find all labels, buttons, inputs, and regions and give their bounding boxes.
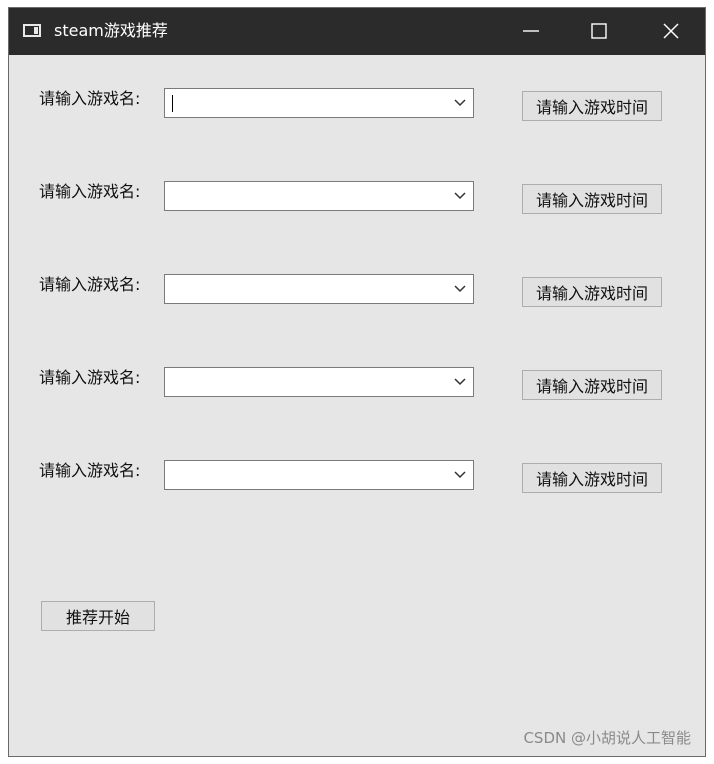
- game-name-label-3: 请输入游戏名:: [39, 275, 141, 294]
- dropdown-button-4[interactable]: [449, 368, 471, 396]
- game-time-button-1[interactable]: 请输入游戏时间: [522, 91, 662, 121]
- chevron-down-icon: [454, 192, 466, 200]
- chevron-down-icon: [454, 285, 466, 293]
- chevron-down-icon: [454, 471, 466, 479]
- close-button[interactable]: [647, 8, 695, 55]
- start-recommend-button[interactable]: 推荐开始: [41, 601, 155, 631]
- text-caret: [172, 95, 173, 112]
- maximize-icon: [591, 23, 607, 39]
- game-name-combobox-3[interactable]: [164, 274, 474, 304]
- close-icon: [663, 23, 679, 39]
- dropdown-button-3[interactable]: [449, 275, 471, 303]
- game-name-combobox-1[interactable]: [164, 88, 474, 118]
- game-name-label-1: 请输入游戏名:: [39, 89, 141, 108]
- game-name-combobox-5[interactable]: [164, 460, 474, 490]
- chevron-down-icon: [454, 99, 466, 107]
- minimize-button[interactable]: [507, 8, 555, 55]
- dropdown-button-1[interactable]: [449, 89, 471, 117]
- game-name-label-4: 请输入游戏名:: [39, 368, 141, 387]
- game-name-combobox-4[interactable]: [164, 367, 474, 397]
- minimize-icon: [523, 30, 539, 32]
- title-bar[interactable]: steam游戏推荐: [9, 8, 705, 55]
- game-name-label-5: 请输入游戏名:: [39, 461, 141, 480]
- game-time-button-3[interactable]: 请输入游戏时间: [522, 277, 662, 307]
- game-time-button-5[interactable]: 请输入游戏时间: [522, 463, 662, 493]
- game-name-combobox-2[interactable]: [164, 181, 474, 211]
- game-time-button-4[interactable]: 请输入游戏时间: [522, 370, 662, 400]
- window-title: steam游戏推荐: [54, 21, 168, 40]
- dropdown-button-5[interactable]: [449, 461, 471, 489]
- game-name-label-2: 请输入游戏名:: [39, 182, 141, 201]
- game-time-button-2[interactable]: 请输入游戏时间: [522, 184, 662, 214]
- app-window: steam游戏推荐 请输入游戏名: 请输入游戏时间 请输入游戏名: 请输入游戏时…: [8, 7, 706, 757]
- chevron-down-icon: [454, 378, 466, 386]
- watermark: CSDN @小胡说人工智能: [523, 729, 691, 747]
- app-window-icon: [23, 24, 41, 37]
- dropdown-button-2[interactable]: [449, 182, 471, 210]
- maximize-button[interactable]: [575, 8, 623, 55]
